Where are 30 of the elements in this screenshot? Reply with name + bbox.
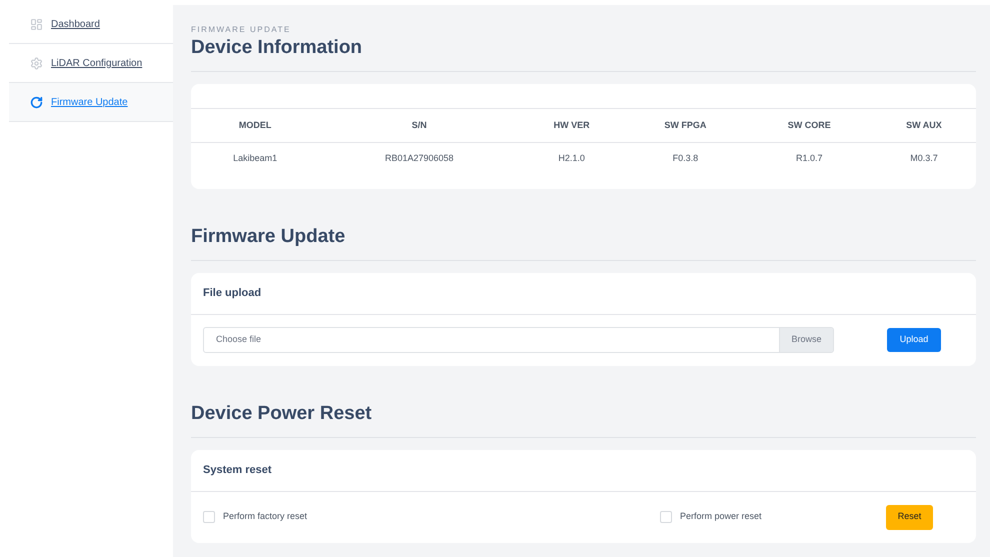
column-header: HW VER [519,108,624,142]
checkbox[interactable] [660,511,672,523]
gear-icon [30,56,43,70]
table-cell: Lakibeam1 [191,142,320,174]
checkbox-label: Perform factory reset [223,510,308,524]
table-cell: M0.3.7 [872,142,976,174]
breadcrumb: FIRMWARE UPDATE [191,25,292,35]
sidebar-item[interactable]: Firmware Update [9,83,173,122]
section-title: Device Information [191,36,364,60]
upload-button[interactable]: Upload [887,328,941,352]
table-cell: R1.0.7 [746,142,872,174]
table-cell: F0.3.8 [624,142,747,174]
browse-button[interactable]: Browse [779,328,833,352]
file-input[interactable]: Choose file Browse [203,327,834,353]
checkbox[interactable] [203,511,215,523]
column-header: SW FPGA [624,108,747,142]
table-cell: H2.1.0 [519,142,624,174]
reset-button[interactable]: Reset [886,504,933,530]
checkbox-label: Perform power reset [680,510,762,524]
column-header: MODEL [191,108,320,142]
column-header: SW AUX [872,108,976,142]
section-title: Firmware Update [191,224,346,248]
column-header: S/N [319,108,520,142]
card-title: System reset [203,462,272,478]
card-title: File upload [203,286,262,301]
column-header: SW CORE [746,108,872,142]
table-cell: RB01A27906058 [319,142,520,174]
refresh-icon [30,96,43,108]
dashboard-icon [30,18,43,30]
section-title: Device Power Reset [191,402,373,426]
